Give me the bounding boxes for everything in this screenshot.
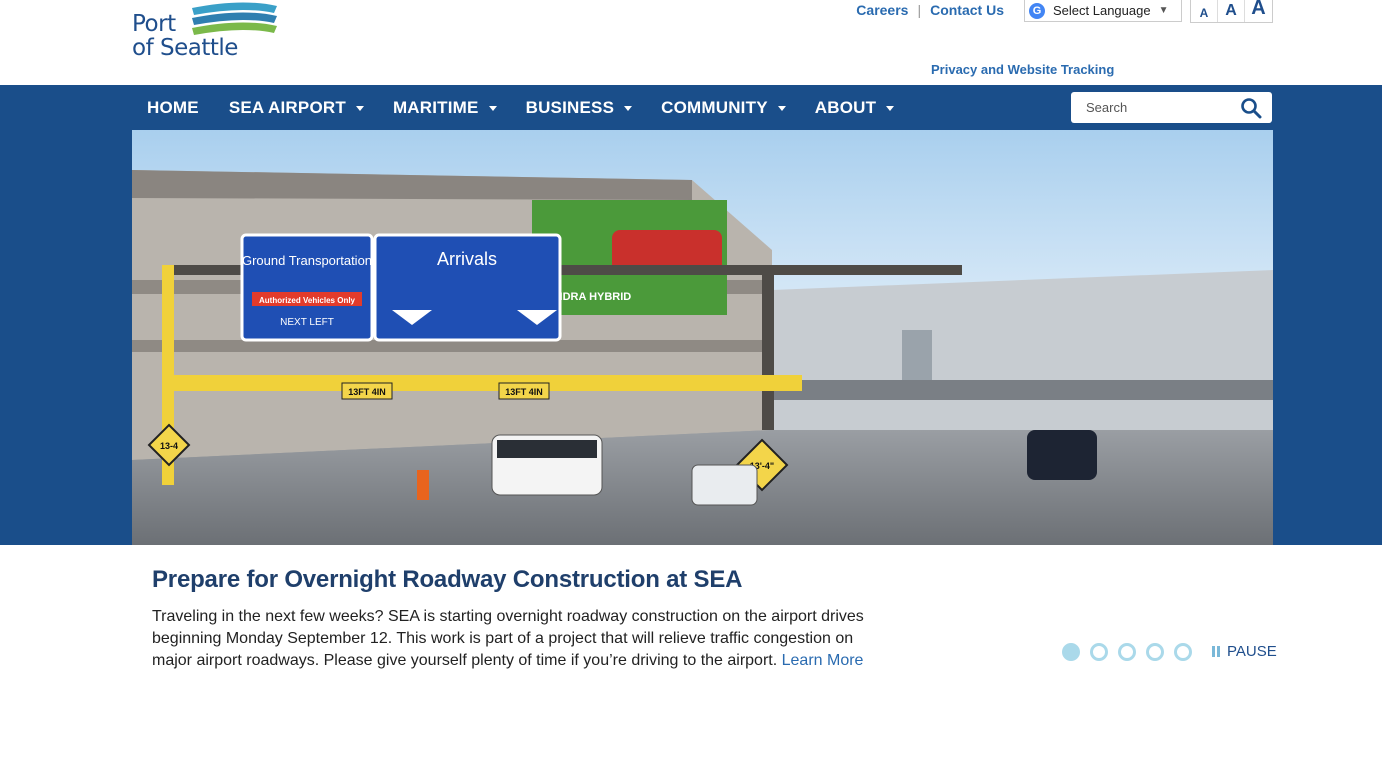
nav-item-business[interactable]: BUSINESS <box>525 97 633 118</box>
pause-label: PAUSE <box>1227 643 1277 660</box>
font-size-medium-button[interactable]: A <box>1218 0 1245 22</box>
site-header: Port of Seattle Careers | Contact Us G S… <box>0 0 1382 85</box>
carousel-dot[interactable] <box>1090 643 1108 661</box>
nav-item-home[interactable]: HOME <box>147 98 199 118</box>
slide-caption: Prepare for Overnight Roadway Constructi… <box>152 566 872 672</box>
nav-item-sea-airport[interactable]: SEA AIRPORT <box>228 97 364 118</box>
main-nav: HOME SEA AIRPORT MARITIME BUSINESS COMMU… <box>0 85 1382 130</box>
nav-label: ABOUT <box>814 97 877 117</box>
slide-body-text: Traveling in the next few weeks? SEA is … <box>152 608 864 669</box>
nav-item-maritime[interactable]: MARITIME <box>392 97 497 118</box>
slide-body: Traveling in the next few weeks? SEA is … <box>152 606 872 672</box>
hero-image: TUNDRA HYBRID Ground Transportation Auth… <box>132 130 1273 545</box>
learn-more-link[interactable]: Learn More <box>782 652 864 669</box>
carousel-dots <box>1062 643 1202 661</box>
utility-links: Careers | Contact Us <box>856 0 1004 20</box>
dropdown-arrow-icon: ▼ <box>1158 5 1169 16</box>
ground-transport-sign: Ground Transportation <box>242 253 372 268</box>
clearance-sign-2: 13FT 4IN <box>505 387 543 397</box>
nav-label: COMMUNITY <box>661 97 768 117</box>
pause-button[interactable]: PAUSE <box>1212 643 1277 660</box>
clearance-sign-1: 13FT 4IN <box>348 387 386 397</box>
authorized-sign: Authorized Vehicles Only <box>259 296 356 305</box>
font-size-controls: A A A <box>1190 0 1273 23</box>
airport-roadway-photo: TUNDRA HYBRID Ground Transportation Auth… <box>132 130 1273 545</box>
nav-label: HOME <box>147 97 199 117</box>
nav-item-about[interactable]: ABOUT <box>814 97 895 118</box>
next-left-sign: NEXT LEFT <box>280 317 334 328</box>
contact-us-link[interactable]: Contact Us <box>930 2 1004 18</box>
carousel-dot[interactable] <box>1174 643 1192 661</box>
nav-label: SEA AIRPORT <box>228 97 346 117</box>
carousel-dot[interactable] <box>1062 643 1080 661</box>
language-select-label: Select Language <box>1053 3 1151 18</box>
nav-item-community[interactable]: COMMUNITY <box>661 97 786 118</box>
carousel-dot[interactable] <box>1118 643 1136 661</box>
logo-wordmark: Port of Seattle <box>132 11 238 61</box>
language-select[interactable]: G Select Language ▼ <box>1024 0 1182 22</box>
chevron-down-icon <box>355 104 364 112</box>
careers-link[interactable]: Careers <box>856 2 908 18</box>
slide-title: Prepare for Overnight Roadway Constructi… <box>152 566 743 593</box>
chevron-down-icon <box>488 104 497 112</box>
font-size-large-button[interactable]: A <box>1245 0 1272 22</box>
privacy-link[interactable]: Privacy and Website Tracking <box>931 62 1114 77</box>
carousel-dot[interactable] <box>1146 643 1164 661</box>
search-icon[interactable] <box>1240 97 1262 119</box>
chevron-down-icon <box>885 104 895 112</box>
google-translate-icon: G <box>1029 2 1045 19</box>
chevron-down-icon <box>777 104 786 112</box>
search-input[interactable] <box>1071 93 1231 122</box>
font-size-small-button[interactable]: A <box>1191 0 1218 22</box>
divider: | <box>917 2 922 18</box>
port-of-seattle-logo[interactable]: Port of Seattle <box>132 0 277 65</box>
hero-carousel: TUNDRA HYBRID Ground Transportation Auth… <box>0 130 1382 545</box>
search-box <box>1071 92 1272 123</box>
chevron-down-icon <box>623 104 633 112</box>
arrivals-sign: Arrivals <box>437 249 497 269</box>
clearance-diamond-1: 13-4 <box>160 441 178 451</box>
nav-label: MARITIME <box>392 97 479 117</box>
pause-icon <box>1212 646 1222 657</box>
nav-label: BUSINESS <box>525 97 615 117</box>
